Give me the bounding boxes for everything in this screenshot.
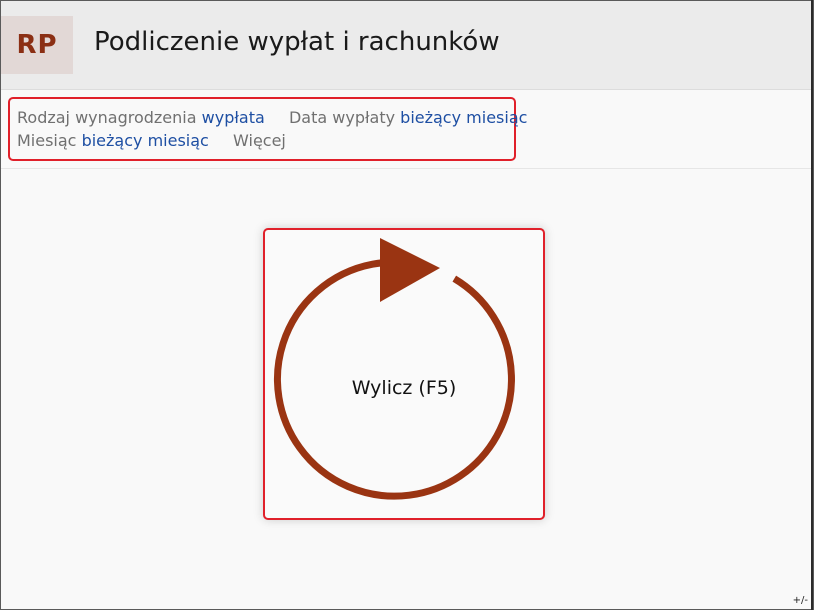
salary-type-label: Rodzaj wynagrodzenia [17,108,197,127]
calculate-label: Wylicz (F5) [351,377,457,399]
filter-row-1: Rodzaj wynagrodzenia wypłata Data wypłat… [17,106,527,129]
filter-row-2: Miesiąc bieżący miesiąc Więcej [17,129,514,152]
divider [1,168,811,169]
app-badge: RP [1,16,73,74]
month-value-link[interactable]: bieżący miesiąc [82,131,209,150]
salary-type-value-link[interactable]: wypłata [202,108,265,127]
payment-date-value-link[interactable]: bieżący miesiąc [400,108,527,127]
page-header: RP Podliczenie wypłat i rachunków [1,1,811,90]
window-right-edge [811,0,813,610]
page-title: Podliczenie wypłat i rachunków [94,27,500,57]
corner-toggle[interactable]: +/- [793,595,808,606]
calculate-button[interactable]: Wylicz (F5) [263,228,545,520]
more-filters-link[interactable]: Więcej [233,131,286,150]
refresh-circle-arrow-icon [273,238,515,500]
filter-panel: Rodzaj wynagrodzenia wypłata Data wypłat… [8,97,527,161]
month-label: Miesiąc [17,131,77,150]
payment-date-label: Data wypłaty [288,108,396,127]
